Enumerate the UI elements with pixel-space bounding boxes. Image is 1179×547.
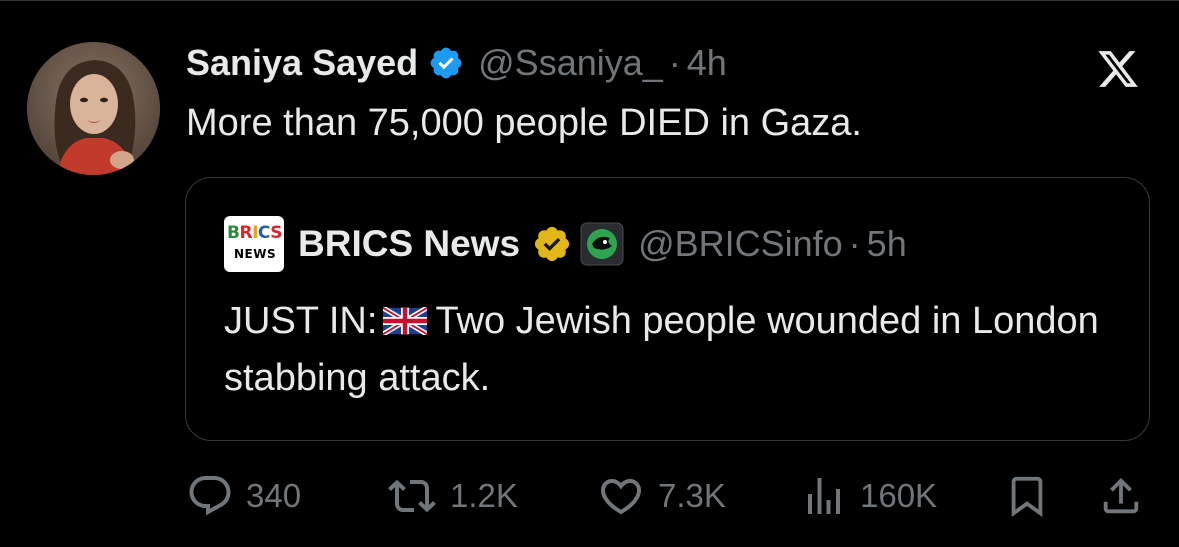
uk-flag-icon [382,295,429,337]
quote-author-name[interactable]: BRICS News [298,223,520,265]
tweet-actions: 340 1.2K 7.3K 160K [0,466,1179,526]
quote-text-prefix: JUST IN: [224,300,378,342]
quote-text: JUST IN: Two Jewish people wounded in Lo… [224,293,1124,407]
reply-count: 340 [246,477,302,514]
views-button[interactable]: 160K [800,466,937,526]
repost-button[interactable]: 1.2K [386,466,518,526]
verified-badge-icon[interactable] [428,45,464,81]
author-avatar[interactable] [27,42,160,175]
reply-button[interactable]: 340 [186,466,301,526]
share-icon [1103,477,1139,514]
author-handle[interactable]: @Ssaniya_ [478,42,663,84]
tweet-time[interactable]: 4h [687,42,727,84]
like-icon [600,479,642,515]
brics-logo-text: BRICS [227,223,282,243]
share-button[interactable] [1098,466,1144,526]
x-logo-icon [1096,47,1140,91]
tweet-header: Saniya Sayed @Ssaniya_ · 4h [186,38,727,88]
separator-dot: · [668,42,681,83]
author-name[interactable]: Saniya Sayed [186,42,418,84]
bookmark-icon [1011,476,1043,517]
quote-time[interactable]: 5h [867,223,907,265]
quote-tweet-card[interactable]: BRICS NEWS BRICS News @BRICSinfo · 5h JU… [185,177,1150,441]
quote-separator-dot: · [848,223,861,264]
brics-news-avatar[interactable]: BRICS NEWS [224,216,284,272]
repost-count: 1.2K [450,477,518,514]
tweet-text: More than 75,000 people DIED in Gaza. [186,102,862,144]
views-icon [808,478,840,514]
reply-icon [189,476,231,516]
top-divider [0,0,1179,1]
gold-verified-badge-icon[interactable] [532,224,572,264]
views-count: 160K [860,477,938,514]
brics-logo-subtext: NEWS [234,247,277,261]
quote-header: BRICS NEWS BRICS News @BRICSinfo · 5h [224,216,907,272]
like-count: 7.3K [658,477,726,514]
quote-author-handle[interactable]: @BRICSinfo [638,223,843,265]
like-button[interactable]: 7.3K [596,466,726,526]
affiliate-badge-icon[interactable] [580,222,624,266]
repost-icon [388,479,436,513]
bookmark-button[interactable] [1004,466,1050,526]
